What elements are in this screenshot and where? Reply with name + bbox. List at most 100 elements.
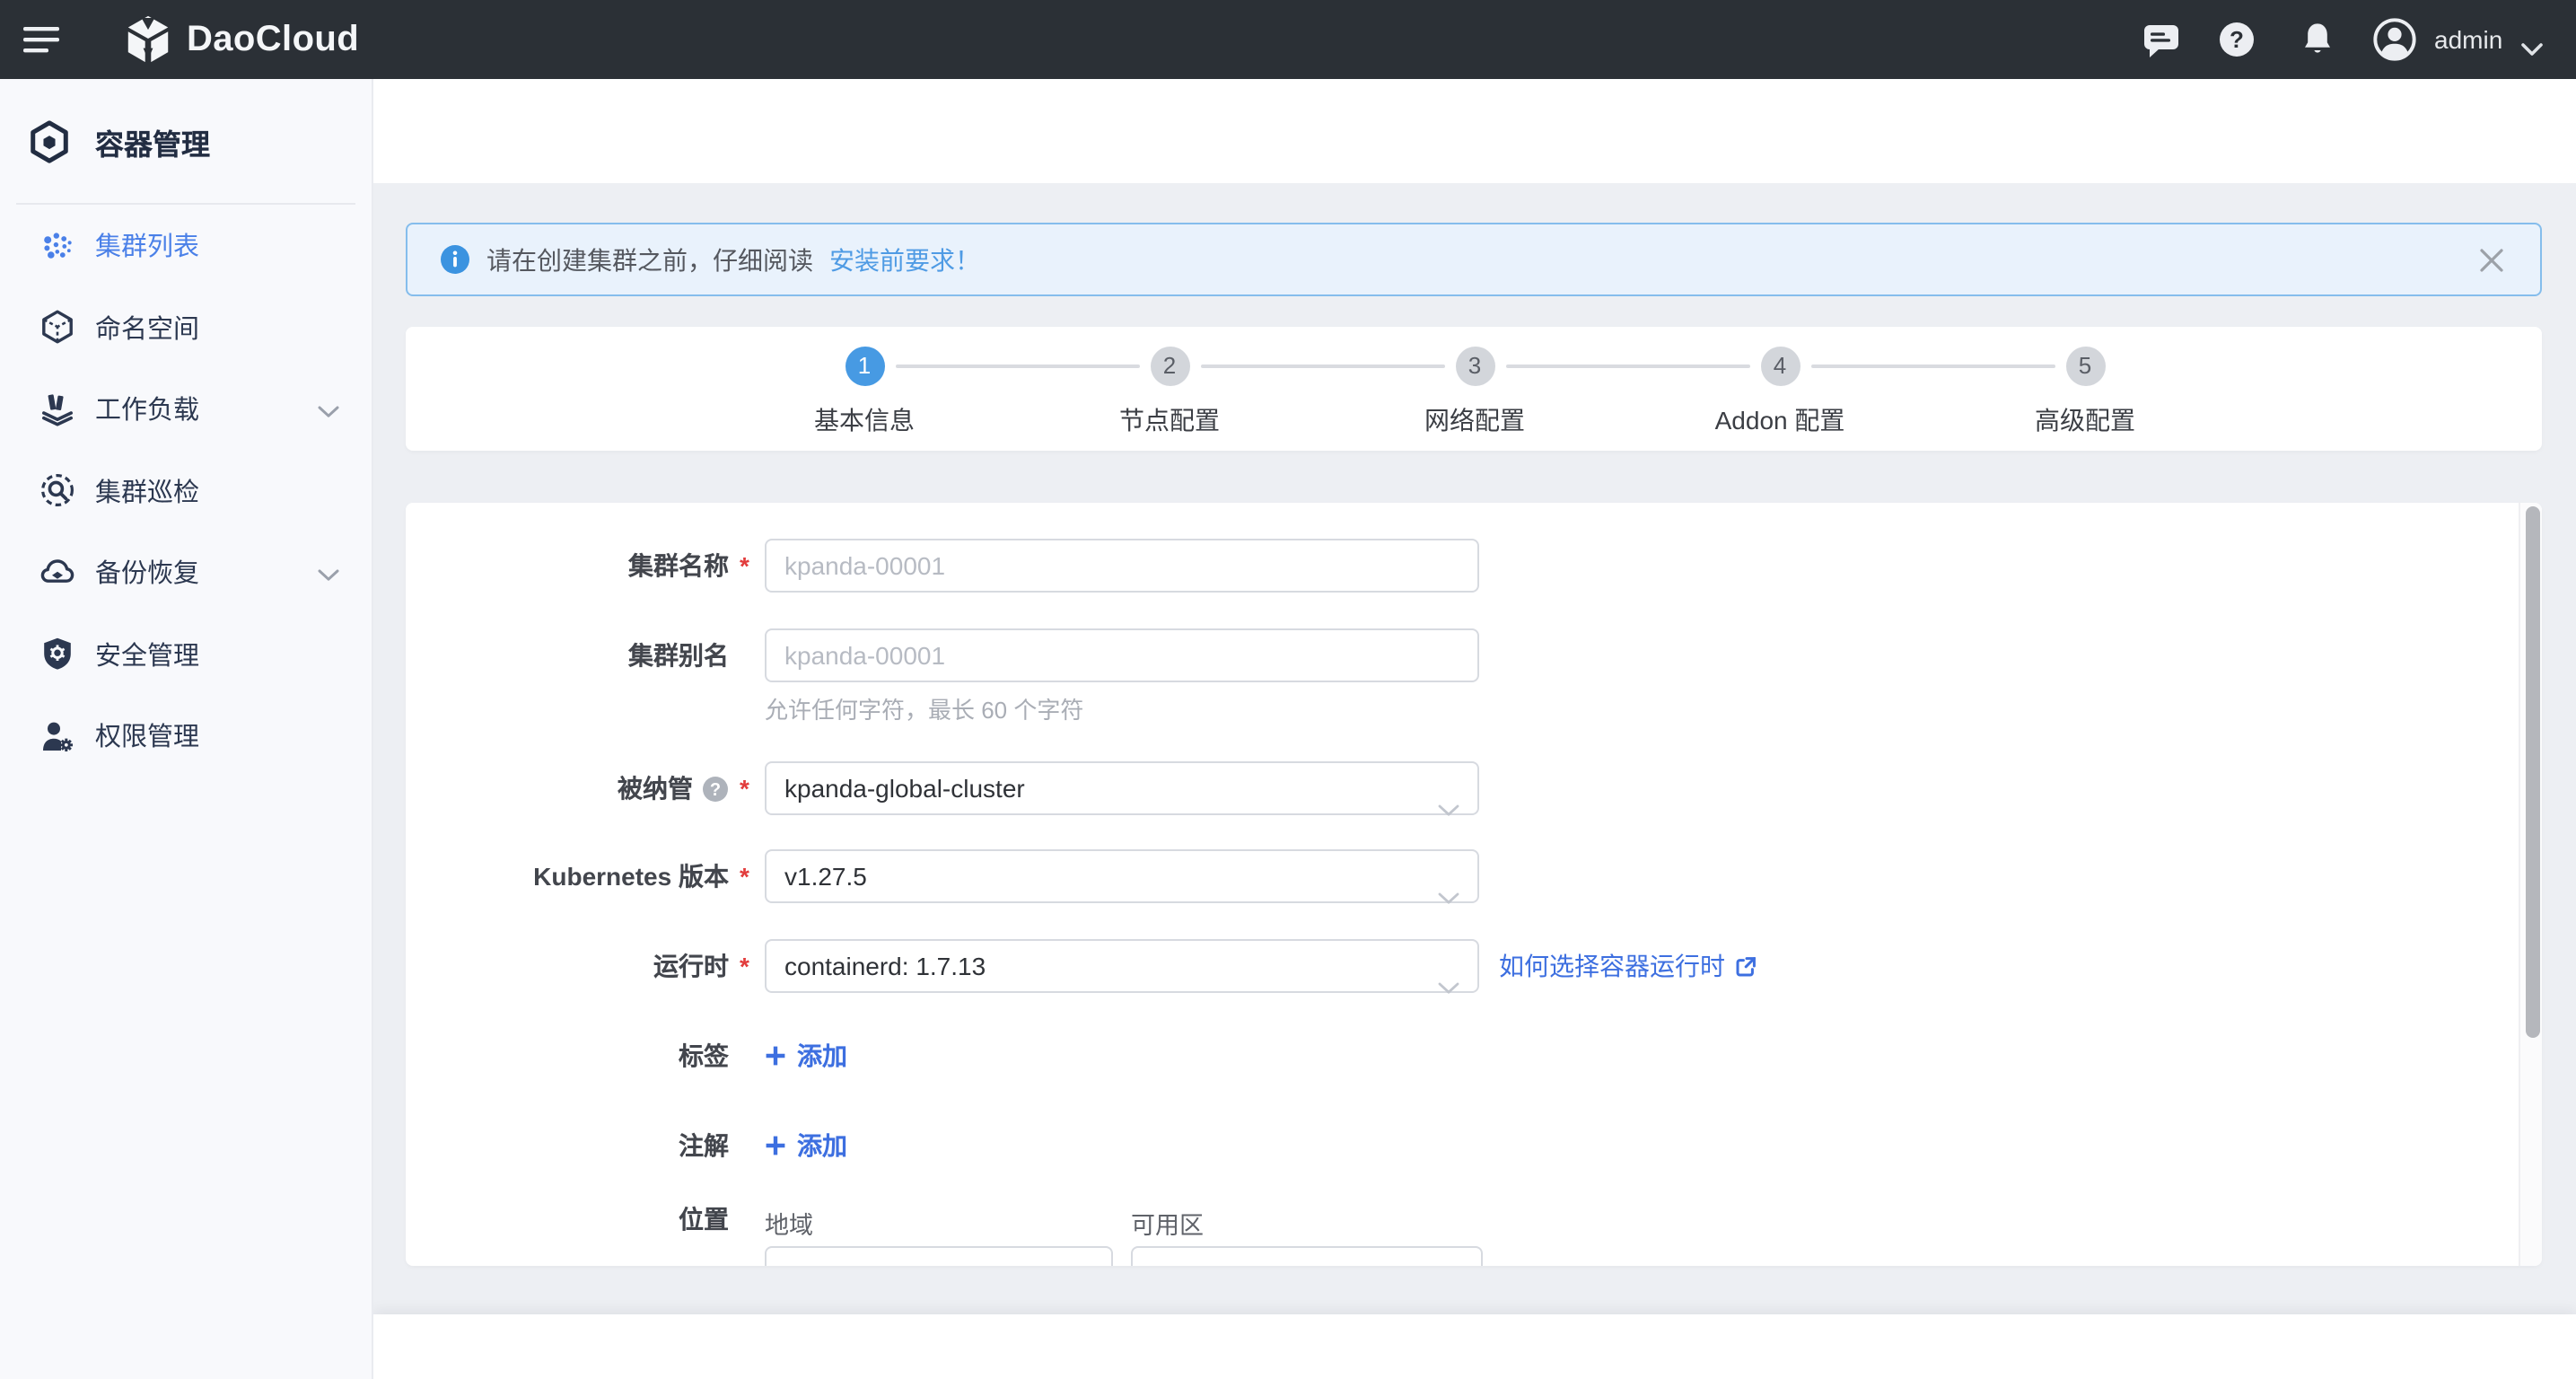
labels-label: 标签 (679, 1041, 729, 1070)
required-asterisk: * (740, 862, 749, 891)
runtime-label: 运行时 (653, 952, 729, 980)
info-banner: 请在创建集群之前，仔细阅读 安装前要求！ (406, 223, 2542, 296)
chevron-down-icon (318, 395, 339, 424)
screen: DaoCloud ? admin 容器管理 集群列表 命名空间 工作负载 集群巡… (0, 0, 2576, 1379)
help-tooltip-icon[interactable]: ? (702, 776, 729, 803)
basic-info-form: 集群名称 * 集群别名 允许任何字符，最长 60 个字符 被纳管? * kpan… (406, 503, 2542, 1266)
daocloud-logo-icon (127, 15, 169, 63)
step-circle[interactable]: 4 (1760, 347, 1800, 386)
messages-button[interactable] (2142, 20, 2181, 59)
step-basic-info[interactable]: 1 基本信息 (739, 326, 990, 438)
page-header (373, 79, 2576, 183)
chevron-down-icon (1438, 871, 1459, 921)
bell-icon (2305, 23, 2330, 53)
zone-input[interactable] (1131, 1246, 1483, 1266)
user-avatar[interactable] (2371, 16, 2416, 61)
add-label-button[interactable]: 添加 (765, 1036, 847, 1076)
runtime-select[interactable]: containerd: 1.7.13 (765, 939, 1479, 994)
annotations-label: 注解 (679, 1131, 729, 1160)
k8s-version-select[interactable]: v1.27.5 (765, 849, 1479, 904)
required-asterisk: * (740, 952, 749, 980)
hamburger-icon (23, 27, 59, 53)
banner-text: 请在创建集群之前，仔细阅读 (486, 245, 813, 274)
module-title: 容器管理 (95, 130, 211, 161)
plus-icon (766, 1136, 785, 1155)
step-node-config[interactable]: 2 节点配置 (1044, 326, 1295, 438)
brand-logo[interactable]: DaoCloud (122, 13, 359, 66)
namespace-icon (42, 311, 73, 344)
step-label: 基本信息 (814, 406, 915, 435)
sidebar-item-label: 命名空间 (95, 315, 199, 345)
location-label: 位置 (679, 1205, 729, 1234)
chevron-down-icon (2521, 43, 2543, 56)
managed-by-label: 被纳管? (406, 761, 729, 815)
cluster-list-icon (44, 232, 72, 259)
scrollbar-track[interactable] (2519, 503, 2542, 1266)
required-asterisk: * (740, 774, 749, 803)
scrollbar-thumb[interactable] (2525, 506, 2539, 1038)
help-icon: ? (2220, 22, 2254, 57)
step-network-config[interactable]: 3 网络配置 (1349, 326, 1600, 438)
module-switcher[interactable]: 容器管理 (0, 79, 372, 203)
step-circle[interactable]: 3 (1455, 347, 1494, 386)
step-label: 网络配置 (1424, 406, 1525, 435)
chevron-down-icon (318, 558, 339, 587)
sidebar-item-backup-restore[interactable]: 备份恢复 (0, 531, 372, 613)
banner-link[interactable]: 安装前要求！ (829, 242, 980, 277)
sidebar-item-security[interactable]: 安全管理 (0, 613, 372, 695)
chevron-down-icon (1438, 783, 1459, 833)
sidebar-item-namespace[interactable]: 命名空间 (0, 286, 372, 368)
container-module-icon (31, 119, 68, 162)
step-circle[interactable]: 1 (845, 347, 884, 386)
region-label: 地域 (765, 1212, 813, 1239)
banner-close-button[interactable] (2479, 248, 2504, 273)
cluster-alias-input[interactable] (765, 628, 1479, 682)
required-asterisk: * (740, 551, 749, 580)
info-icon (441, 245, 469, 274)
sidebar-item-label: 集群巡检 (95, 479, 199, 508)
sidebar-item-cluster-list[interactable]: 集群列表 (0, 205, 372, 286)
user-menu-toggle[interactable] (2520, 34, 2544, 63)
step-label: Addon 配置 (1714, 406, 1845, 435)
runtime-docs-link[interactable]: 如何选择容器运行时 (1499, 939, 1757, 993)
sidebar-item-permissions[interactable]: 权限管理 (0, 695, 372, 777)
svg-text:?: ? (2230, 26, 2244, 53)
username[interactable]: admin (2434, 0, 2502, 79)
notifications-button[interactable] (2298, 20, 2337, 59)
sidebar-item-label: 备份恢复 (95, 560, 199, 590)
step-label: 节点配置 (1119, 406, 1220, 435)
permission-icon (43, 722, 73, 751)
sidebar-item-label: 权限管理 (95, 724, 199, 753)
cluster-alias-label: 集群别名 (628, 641, 729, 670)
wizard-footer: 取消 下一步 (373, 1313, 2576, 1379)
help-button[interactable]: ? (2217, 20, 2256, 59)
sidebar-item-workloads[interactable]: 工作负载 (0, 368, 372, 450)
wizard-stepper: 1 基本信息 2 节点配置 3 网络配置 4 Addon 配置 5 高级配置 (406, 326, 2542, 450)
external-link-icon (1736, 956, 1756, 976)
brand-name: DaoCloud (187, 19, 360, 58)
step-circle[interactable]: 2 (1150, 347, 1189, 386)
managed-by-select[interactable]: kpanda-global-cluster (765, 761, 1479, 816)
sidebar-item-cluster-inspection[interactable]: 集群巡检 (0, 450, 372, 531)
step-advanced-config[interactable]: 5 高级配置 (1959, 326, 2211, 438)
svg-text:?: ? (710, 780, 721, 800)
add-annotation-button[interactable]: 添加 (765, 1126, 847, 1165)
cluster-name-label: 集群名称 (628, 551, 729, 580)
sidebar: 容器管理 集群列表 命名空间 工作负载 集群巡检 备份恢复 安全管理 权限管理 (0, 79, 373, 1379)
sidebar-item-label: 工作负载 (95, 397, 199, 426)
inspection-icon (41, 474, 74, 507)
step-circle[interactable]: 5 (2065, 347, 2105, 386)
plus-icon (766, 1046, 785, 1066)
sidebar-item-label: 集群列表 (95, 233, 199, 263)
cluster-name-input[interactable] (765, 539, 1479, 593)
avatar-icon (2373, 18, 2416, 61)
chat-icon (2144, 25, 2178, 57)
security-icon (44, 638, 71, 671)
region-input[interactable] (765, 1246, 1113, 1266)
chevron-down-icon (1438, 961, 1459, 1011)
topbar: DaoCloud ? admin (0, 0, 2576, 79)
step-addon-config[interactable]: 4 Addon 配置 (1654, 326, 1906, 438)
step-label: 高级配置 (2035, 406, 2135, 435)
close-icon (2480, 249, 2503, 272)
hamburger-menu-button[interactable] (23, 22, 63, 57)
